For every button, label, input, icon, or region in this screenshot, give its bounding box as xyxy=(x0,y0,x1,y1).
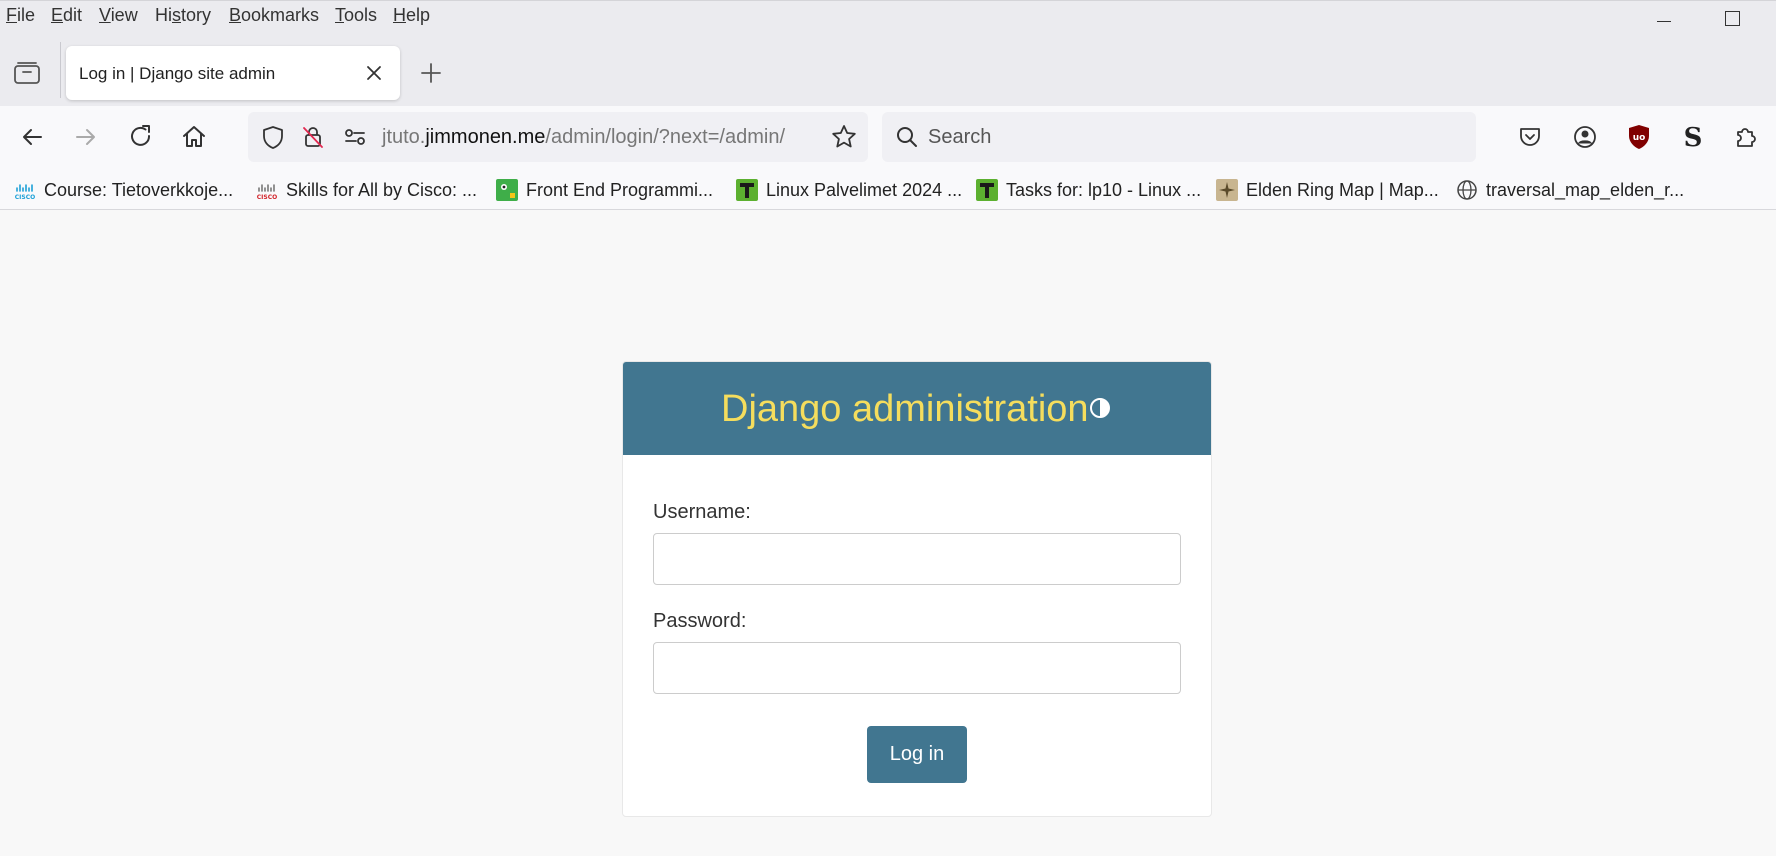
username-label: Username: xyxy=(653,501,751,523)
theme-toggle-icon[interactable] xyxy=(1089,397,1111,419)
search-bar[interactable]: Search xyxy=(882,112,1476,162)
tab-active[interactable]: Log in | Django site admin xyxy=(66,46,400,100)
bookmark-item[interactable]: Tasks for: lp10 - Linux ... xyxy=(976,176,1201,204)
maximize-button[interactable] xyxy=(1722,7,1742,27)
menu-history[interactable]: History xyxy=(155,5,211,26)
insecure-lock-icon[interactable] xyxy=(300,124,326,150)
tab-bar: Log in | Django site admin xyxy=(0,32,1776,106)
svg-text:CISCO: CISCO xyxy=(15,194,35,201)
cisco-icon: CISCO xyxy=(256,179,278,201)
back-icon[interactable] xyxy=(17,122,47,152)
bookmark-item[interactable]: CISCO Skills for All by Cisco: ... xyxy=(256,176,477,204)
map-icon xyxy=(1216,179,1238,201)
menu-file[interactable]: File xyxy=(6,5,35,26)
menu-edit[interactable]: Edit xyxy=(51,5,82,26)
cisco-icon: CISCO xyxy=(14,179,36,201)
bookmark-label: Tasks for: lp10 - Linux ... xyxy=(1006,179,1202,200)
password-input[interactable] xyxy=(653,642,1181,694)
login-container: Django administration Username: Password… xyxy=(622,361,1212,817)
bookmark-item[interactable]: CISCO Course: Tietoverkkoje... xyxy=(14,176,233,204)
tab-divider xyxy=(60,42,61,98)
menu-help[interactable]: Help xyxy=(393,5,430,26)
permissions-icon[interactable] xyxy=(342,124,368,150)
pocket-icon[interactable] xyxy=(1515,122,1545,152)
bookmark-label: Elden Ring Map | Map... xyxy=(1246,179,1439,200)
account-icon[interactable] xyxy=(1570,122,1600,152)
extension-s-icon[interactable]: S xyxy=(1678,122,1708,153)
login-header: Django administration xyxy=(623,362,1211,455)
close-tab-icon[interactable] xyxy=(362,61,386,85)
search-icon xyxy=(894,124,920,150)
bookmark-star-icon[interactable] xyxy=(830,123,858,151)
site-name[interactable]: Django administration xyxy=(721,388,1089,431)
bookmark-label: Skills for All by Cisco: ... xyxy=(286,179,478,200)
ublock-origin-icon[interactable]: uo xyxy=(1624,122,1654,152)
extensions-icon[interactable] xyxy=(1731,122,1761,152)
new-tab-icon[interactable] xyxy=(416,58,446,88)
forward-icon[interactable] xyxy=(71,122,101,152)
bookmark-label: Front End Programmi... xyxy=(526,179,714,200)
bookmark-item[interactable]: traversal_map_elden_r... xyxy=(1456,176,1684,204)
bookmark-item[interactable]: Elden Ring Map | Map... xyxy=(1216,176,1439,204)
tab-title: Log in | Django site admin xyxy=(79,64,276,83)
codegrade-icon xyxy=(496,179,518,201)
terokarvinen-icon xyxy=(976,179,998,201)
tab-list-icon[interactable] xyxy=(12,60,42,86)
globe-icon xyxy=(1456,179,1478,201)
login-button[interactable]: Log in xyxy=(867,726,967,783)
password-label: Password: xyxy=(653,610,747,632)
svg-text:S: S xyxy=(1684,123,1703,152)
svg-text:uo: uo xyxy=(1633,133,1646,143)
bookmark-item[interactable]: Front End Programmi... xyxy=(496,176,713,204)
terokarvinen-icon xyxy=(736,179,758,201)
search-placeholder: Search xyxy=(928,126,992,148)
svg-text:CISCO: CISCO xyxy=(257,194,277,201)
shield-icon[interactable] xyxy=(260,124,286,150)
bookmarks-toolbar: CISCO Course: Tietoverkkoje... CISCO Ski… xyxy=(0,170,1776,210)
reload-icon[interactable] xyxy=(126,122,156,152)
minimize-button[interactable] xyxy=(1654,7,1674,27)
url-text[interactable]: jtuto.jimmonen.me/admin/login/?next=/adm… xyxy=(382,126,785,149)
username-input[interactable] xyxy=(653,533,1181,585)
menu-view[interactable]: View xyxy=(99,5,138,26)
bookmark-label: Course: Tietoverkkoje... xyxy=(44,179,234,200)
menu-bookmarks[interactable]: Bookmarks xyxy=(229,5,319,26)
bookmark-label: Linux Palvelimet 2024 ... xyxy=(766,179,963,200)
bookmark-label: traversal_map_elden_r... xyxy=(1486,179,1685,200)
url-bar[interactable]: jtuto.jimmonen.me/admin/login/?next=/adm… xyxy=(248,112,868,162)
bookmark-item[interactable]: Linux Palvelimet 2024 ... xyxy=(736,176,962,204)
nav-bar: jtuto.jimmonen.me/admin/login/?next=/adm… xyxy=(0,106,1776,170)
home-icon[interactable] xyxy=(179,122,209,152)
menu-bar: File Edit View History Bookmarks Tools H… xyxy=(0,0,1776,32)
menu-tools[interactable]: Tools xyxy=(335,5,377,26)
